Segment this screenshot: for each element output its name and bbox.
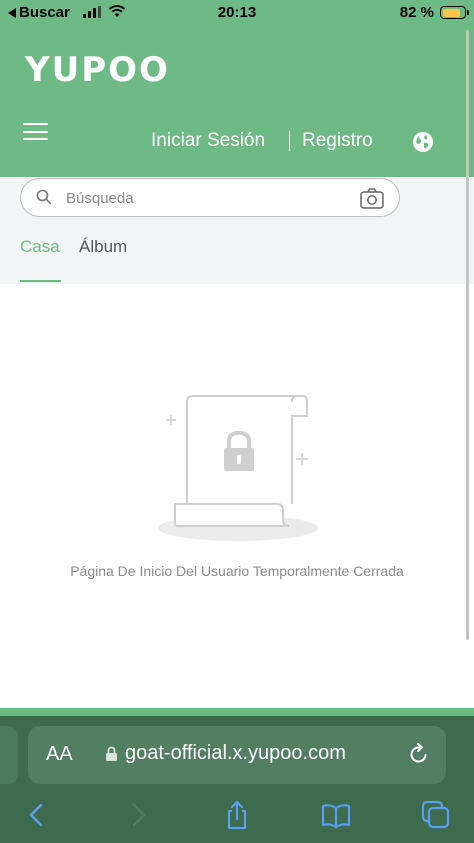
- register-link[interactable]: Registro: [302, 130, 373, 152]
- login-link[interactable]: Iniciar Sesión: [151, 130, 265, 152]
- search-input[interactable]: Búsqueda: [20, 178, 400, 217]
- search-icon: [36, 189, 52, 205]
- battery-fill: [442, 8, 460, 17]
- previous-tab-peek[interactable]: [0, 726, 18, 784]
- tab-album[interactable]: Álbum: [79, 237, 127, 257]
- hamburger-menu-icon[interactable]: [23, 123, 48, 140]
- locked-document-icon: [158, 395, 318, 541]
- back-icon[interactable]: [22, 800, 52, 830]
- tab-home[interactable]: Casa: [20, 237, 60, 257]
- globe-icon[interactable]: [412, 131, 434, 153]
- battery-percent: 82 %: [399, 4, 434, 21]
- reload-icon[interactable]: [408, 743, 430, 765]
- reader-settings-button[interactable]: AA: [46, 743, 73, 766]
- forward-icon[interactable]: [123, 800, 153, 830]
- safari-toolbar: AA goat-official.x.yupoo.com: [0, 716, 474, 843]
- page-bottom-strip: [0, 708, 474, 716]
- search-placeholder: Búsqueda: [66, 190, 134, 207]
- camera-icon[interactable]: [360, 187, 384, 209]
- search-and-tabs: Búsqueda Casa Álbum: [0, 177, 474, 284]
- scrollbar[interactable]: [466, 30, 469, 640]
- battery-icon: [440, 6, 469, 19]
- status-bar: Buscar 20:13 82 %: [0, 0, 474, 26]
- lock-icon: [106, 746, 117, 761]
- share-icon[interactable]: [222, 800, 252, 830]
- header-divider: [289, 131, 290, 151]
- active-tab-indicator: [20, 280, 61, 282]
- app-header: Buscar 20:13 82 % YUPOO Iniciar Sesión R…: [0, 0, 474, 177]
- address-bar[interactable]: AA goat-official.x.yupoo.com: [28, 726, 446, 784]
- tabs-icon[interactable]: [421, 800, 451, 830]
- bookmarks-icon[interactable]: [321, 800, 351, 830]
- empty-state-message: Página De Inicio Del Usuario Temporalmen…: [70, 563, 404, 579]
- url-text: goat-official.x.yupoo.com: [125, 742, 346, 764]
- yupoo-logo[interactable]: YUPOO: [25, 50, 170, 90]
